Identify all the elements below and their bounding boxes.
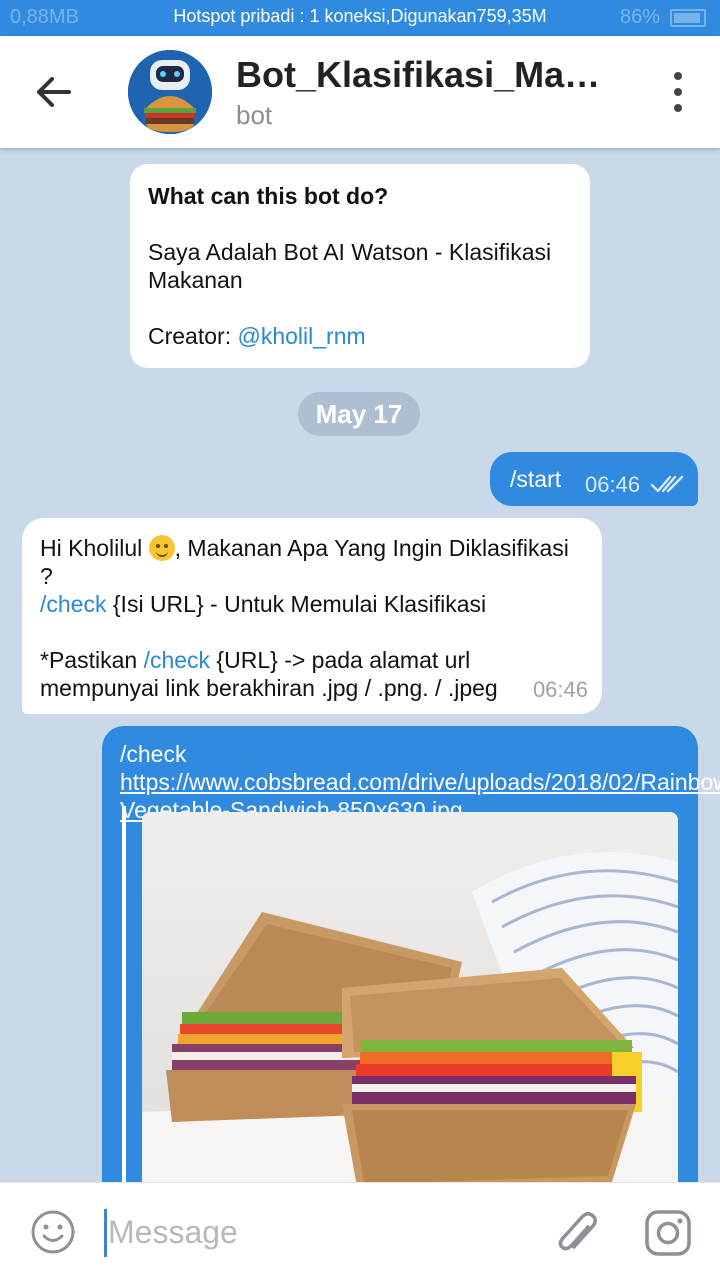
battery-indicator: 86% <box>620 6 706 29</box>
battery-icon <box>670 8 706 27</box>
command-text: /check <box>120 741 187 767</box>
message-composer <box>0 1182 720 1280</box>
kebab-dot <box>674 104 682 112</box>
arrow-left-icon <box>37 77 71 107</box>
smiley-icon <box>31 1210 75 1254</box>
incoming-message[interactable]: Hi Kholilul , Makanan Apa Yang Ingin Dik… <box>22 518 602 714</box>
double-check-icon <box>650 475 684 493</box>
note-text: *Pastikan <box>40 647 144 673</box>
robot-burger-icon <box>128 50 212 134</box>
info-description: Saya Adalah Bot AI Watson - Klasifikasi … <box>148 239 552 293</box>
creator-label: Creator: <box>148 323 238 349</box>
outgoing-message[interactable]: /start 06:46 <box>490 452 698 506</box>
battery-percent: 86% <box>619 6 660 28</box>
check-command-link[interactable]: /check <box>144 647 210 673</box>
message-time: 06:46 <box>532 677 588 702</box>
chat-header: Bot_Klasifikasi_Makanan bot <box>0 36 720 148</box>
emoji-button[interactable] <box>30 1209 76 1255</box>
message-time: 06:46 <box>585 472 641 497</box>
chat-title[interactable]: Bot_Klasifikasi_Makanan <box>236 54 616 96</box>
message-text: /start <box>510 466 562 492</box>
hotspot-status: Hotspot pribadi : 1 koneksi,Digunakan759… <box>173 6 547 26</box>
creator-link[interactable]: @kholil_rnm <box>237 323 365 349</box>
greeting-text: Hi Kholilul <box>40 535 149 561</box>
attach-button[interactable] <box>554 1207 600 1259</box>
check-command-link[interactable]: /check <box>40 591 106 617</box>
instruction-text: {Isi URL} - Untuk Memulai Klasifikasi <box>106 591 487 617</box>
smiley-emoji-icon <box>148 535 175 561</box>
kebab-dot <box>674 88 682 96</box>
camera-icon <box>645 1210 691 1256</box>
bot-avatar[interactable] <box>128 50 212 134</box>
back-button[interactable] <box>26 68 82 116</box>
paperclip-icon <box>558 1212 597 1251</box>
more-options-button[interactable] <box>666 72 690 112</box>
message-input[interactable] <box>108 1207 528 1257</box>
info-creator: Creator: @kholil_rnm <box>148 322 572 350</box>
status-bar: 0,88MB Hotspot pribadi : 1 koneksi,Digun… <box>0 0 720 36</box>
bot-info-card: What can this bot do? Saya Adalah Bot AI… <box>130 164 590 368</box>
chat-subtitle: bot <box>236 100 273 130</box>
kebab-menu-icon <box>674 72 682 80</box>
info-title: What can this bot do? <box>148 183 389 209</box>
camera-button[interactable] <box>644 1209 692 1257</box>
message-body: Hi Kholilul , Makanan Apa Yang Ingin Dik… <box>40 534 584 702</box>
date-separator: May 17 <box>298 392 420 436</box>
text-cursor <box>104 1209 107 1257</box>
